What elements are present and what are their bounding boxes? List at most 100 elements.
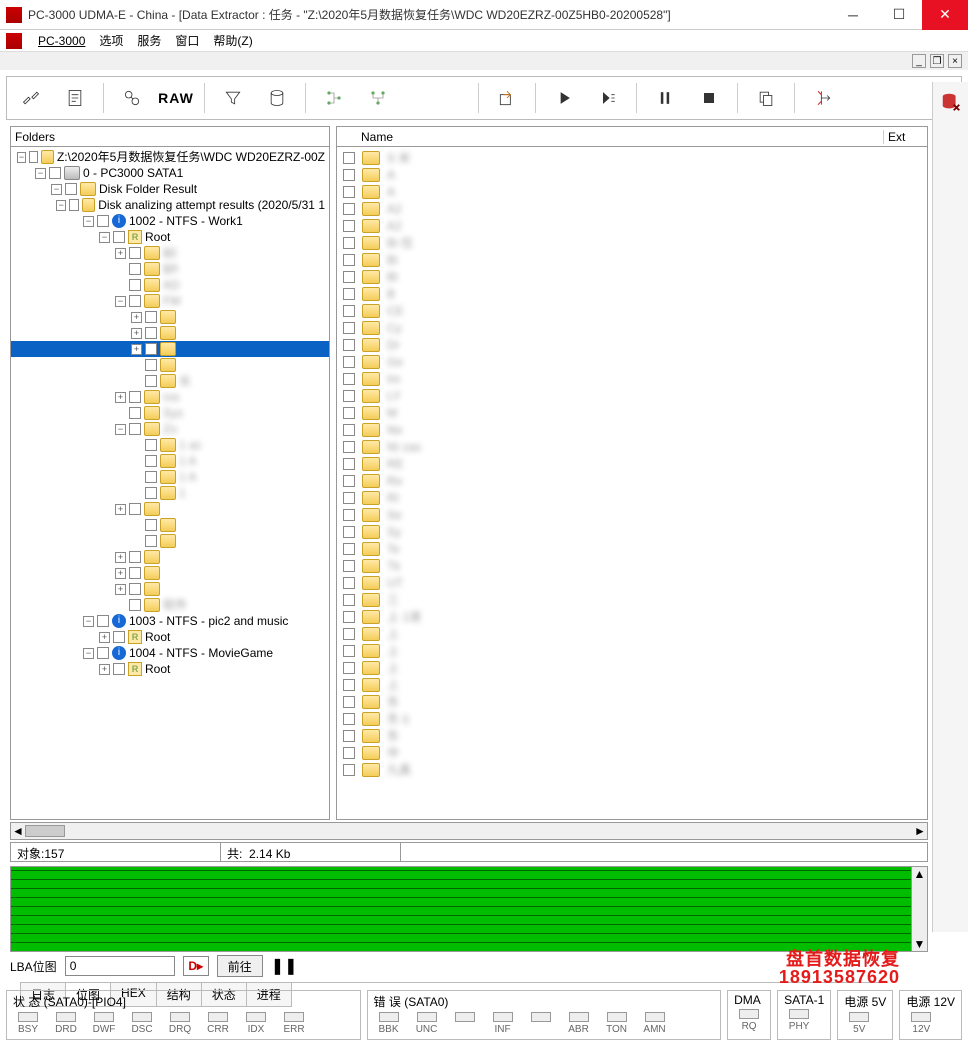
file-row[interactable]: A bbox=[337, 166, 927, 183]
tree-checkbox[interactable] bbox=[129, 503, 141, 515]
file-row[interactable]: 东 i) bbox=[337, 710, 927, 727]
tree-checkbox[interactable] bbox=[145, 487, 157, 499]
file-row[interactable]: A bbox=[337, 183, 927, 200]
tool-stop-icon[interactable] bbox=[693, 82, 725, 114]
file-row[interactable]: Bl bbox=[337, 268, 927, 285]
tree-checkbox[interactable] bbox=[129, 599, 141, 611]
tree-node[interactable]: 1 A bbox=[11, 453, 329, 469]
tree-checkbox[interactable] bbox=[65, 183, 77, 195]
tree-checkbox[interactable] bbox=[49, 167, 61, 179]
tree-node[interactable]: 软件 bbox=[11, 597, 329, 613]
file-checkbox[interactable] bbox=[343, 458, 355, 470]
file-row[interactable]: NI zas bbox=[337, 438, 927, 455]
tree-checkbox[interactable] bbox=[145, 471, 157, 483]
lba-goto-button[interactable]: 前往 bbox=[217, 955, 263, 977]
tree-node[interactable]: −0 - PC3000 SATA1 bbox=[11, 165, 329, 181]
menu-help[interactable]: 帮助(Z) bbox=[213, 32, 252, 49]
tree-node[interactable]: −i1002 - NTFS - Work1 bbox=[11, 213, 329, 229]
tree-checkbox[interactable] bbox=[145, 375, 157, 387]
file-checkbox[interactable] bbox=[343, 186, 355, 198]
tree-twisty-icon[interactable]: − bbox=[115, 296, 126, 307]
tree-node[interactable]: + bbox=[11, 309, 329, 325]
tool-export-icon[interactable] bbox=[491, 82, 523, 114]
tree-twisty-icon[interactable]: − bbox=[83, 648, 94, 659]
tree-twisty-icon[interactable] bbox=[131, 536, 142, 547]
file-row[interactable]: 九真 bbox=[337, 761, 927, 778]
file-checkbox[interactable] bbox=[343, 492, 355, 504]
tree-checkbox[interactable] bbox=[97, 615, 109, 627]
tree-checkbox[interactable] bbox=[129, 567, 141, 579]
mdi-close[interactable]: × bbox=[948, 54, 962, 68]
tree-checkbox[interactable] bbox=[29, 151, 39, 163]
scroll-right-icon[interactable]: ► bbox=[913, 824, 927, 838]
scroll-thumb[interactable] bbox=[25, 825, 65, 837]
mdi-minimize[interactable]: _ bbox=[912, 54, 926, 68]
tool-raw-button[interactable]: RAW bbox=[160, 82, 192, 114]
file-row[interactable]: 中 bbox=[337, 744, 927, 761]
tree-twisty-icon[interactable]: − bbox=[51, 184, 62, 195]
close-button[interactable]: ✕ bbox=[922, 0, 968, 30]
tree-checkbox[interactable] bbox=[113, 663, 125, 675]
tree-checkbox[interactable] bbox=[145, 519, 157, 531]
tree-checkbox[interactable] bbox=[129, 279, 141, 291]
lba-go-icon[interactable]: D▸ bbox=[183, 956, 209, 976]
file-checkbox[interactable] bbox=[343, 407, 355, 419]
file-checkbox[interactable] bbox=[343, 560, 355, 572]
tool-search-icon[interactable] bbox=[116, 82, 148, 114]
tree-checkbox[interactable] bbox=[145, 439, 157, 451]
tree-node[interactable]: +ros bbox=[11, 389, 329, 405]
file-checkbox[interactable] bbox=[343, 475, 355, 487]
file-checkbox[interactable] bbox=[343, 730, 355, 742]
tree-node[interactable]: 1 bbox=[11, 485, 329, 501]
name-column-header[interactable]: Name bbox=[361, 130, 883, 144]
tree-twisty-icon[interactable]: + bbox=[115, 584, 126, 595]
file-checkbox[interactable] bbox=[343, 339, 355, 351]
file-row[interactable]: 东 bbox=[337, 693, 927, 710]
tree-checkbox[interactable] bbox=[97, 215, 109, 227]
tree-node[interactable]: −Zo bbox=[11, 421, 329, 437]
tool-settings-icon[interactable] bbox=[15, 82, 47, 114]
tool-tree1-icon[interactable] bbox=[318, 82, 350, 114]
tree-checkbox[interactable] bbox=[145, 455, 157, 467]
menu-pc3000[interactable]: PC-3000 bbox=[38, 34, 85, 48]
tree-twisty-icon[interactable]: + bbox=[131, 344, 142, 355]
tree-twisty-icon[interactable] bbox=[131, 520, 142, 531]
file-checkbox[interactable] bbox=[343, 764, 355, 776]
tree-checkbox[interactable] bbox=[113, 231, 125, 243]
tree-checkbox[interactable] bbox=[129, 295, 141, 307]
tree-twisty-icon[interactable]: + bbox=[115, 392, 126, 403]
tree-twisty-icon[interactable] bbox=[115, 408, 126, 419]
file-checkbox[interactable] bbox=[343, 679, 355, 691]
tree-node[interactable]: AD bbox=[11, 277, 329, 293]
tree-node[interactable]: −i1003 - NTFS - pic2 and music bbox=[11, 613, 329, 629]
tree-twisty-icon[interactable]: − bbox=[115, 424, 126, 435]
tree-twisty-icon[interactable]: − bbox=[83, 216, 94, 227]
file-row[interactable]: A2 bbox=[337, 217, 927, 234]
tree-node[interactable]: +RRoot bbox=[11, 629, 329, 645]
file-checkbox[interactable] bbox=[343, 696, 355, 708]
file-row[interactable]: Tk bbox=[337, 557, 927, 574]
file-row[interactable]: Re bbox=[337, 472, 927, 489]
tree-twisty-icon[interactable]: + bbox=[115, 552, 126, 563]
file-row[interactable]: Bi 仅 bbox=[337, 234, 927, 251]
tree-twisty-icon[interactable]: − bbox=[56, 200, 65, 211]
file-checkbox[interactable] bbox=[343, 203, 355, 215]
tree-node[interactable]: −Disk Folder Result bbox=[11, 181, 329, 197]
file-row[interactable]: 三 bbox=[337, 591, 927, 608]
tree-checkbox[interactable] bbox=[129, 583, 141, 595]
tree-node[interactable]: −FM bbox=[11, 293, 329, 309]
menu-options[interactable]: 选项 bbox=[99, 32, 123, 49]
file-checkbox[interactable] bbox=[343, 169, 355, 181]
file-checkbox[interactable] bbox=[343, 220, 355, 232]
tool-pause-icon[interactable] bbox=[649, 82, 681, 114]
tree-twisty-icon[interactable]: + bbox=[131, 312, 142, 323]
file-row[interactable]: Ge bbox=[337, 353, 927, 370]
tool-copy-icon[interactable] bbox=[750, 82, 782, 114]
file-row[interactable]: Se bbox=[337, 506, 927, 523]
file-checkbox[interactable] bbox=[343, 747, 355, 759]
tree-twisty-icon[interactable] bbox=[131, 440, 142, 451]
tool-playopts-icon[interactable] bbox=[592, 82, 624, 114]
tool-report-icon[interactable] bbox=[59, 82, 91, 114]
tree-node[interactable]: + bbox=[11, 501, 329, 517]
tree-twisty-icon[interactable]: + bbox=[99, 664, 110, 675]
